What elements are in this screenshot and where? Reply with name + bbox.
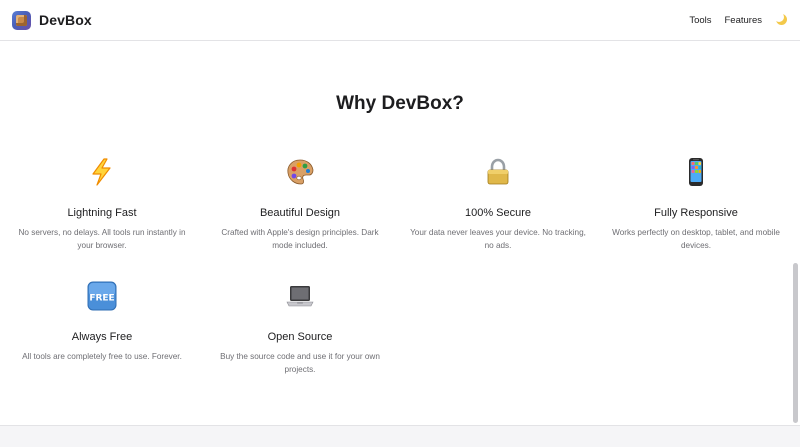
lock-icon	[487, 158, 509, 185]
lightning-icon	[92, 158, 111, 186]
palette-icon	[287, 159, 314, 185]
brand[interactable]: DevBox	[12, 10, 92, 30]
feature-description: Your data never leaves your device. No t…	[410, 228, 586, 250]
feature-card-lightning-fast: Lightning Fast No servers, no delays. Al…	[7, 157, 197, 252]
feature-description: Works perfectly on desktop, tablet, and …	[612, 228, 780, 250]
brand-name: DevBox	[39, 12, 92, 28]
feature-title: Open Source	[267, 331, 333, 343]
feature-title: Lightning Fast	[67, 207, 137, 219]
laptop-icon	[286, 286, 314, 307]
footer-strip	[0, 425, 800, 447]
feature-card-beautiful-design: Beautiful Design Crafted with Apple's de…	[205, 157, 395, 252]
feature-title: Always Free	[71, 331, 133, 343]
feature-card-fully-responsive: Fully Responsive Works perfectly on desk…	[601, 157, 791, 252]
svg-text:FREE: FREE	[89, 294, 114, 304]
feature-description: Crafted with Apple's design principles. …	[221, 228, 379, 250]
feature-description: All tools are completely free to use. Fo…	[22, 352, 182, 361]
nav-link-features[interactable]: Features	[725, 15, 763, 26]
feature-card-secure: 100% Secure Your data never leaves your …	[403, 157, 593, 252]
section-title: Why DevBox?	[336, 93, 464, 114]
feature-card-always-free: FREE Always Free All tools are completel…	[7, 281, 197, 363]
top-navbar: DevBox Tools Features	[0, 0, 800, 41]
feature-card-open-source: Open Source Buy the source code and use …	[205, 281, 395, 376]
feature-title: Fully Responsive	[654, 207, 738, 219]
free-icon: FREE	[87, 281, 117, 311]
feature-title: Beautiful Design	[259, 207, 341, 219]
phone-icon	[689, 158, 703, 186]
nav-link-tools[interactable]: Tools	[689, 15, 711, 26]
devbox-logo-icon	[12, 10, 31, 30]
nav-links: Tools Features	[689, 12, 788, 27]
scrollbar[interactable]	[793, 263, 798, 423]
feature-description: Buy the source code and use it for your …	[220, 352, 380, 374]
moon-icon[interactable]	[774, 12, 788, 27]
feature-title: 100% Secure	[464, 207, 532, 219]
feature-description: No servers, no delays. All tools run ins…	[18, 228, 186, 250]
